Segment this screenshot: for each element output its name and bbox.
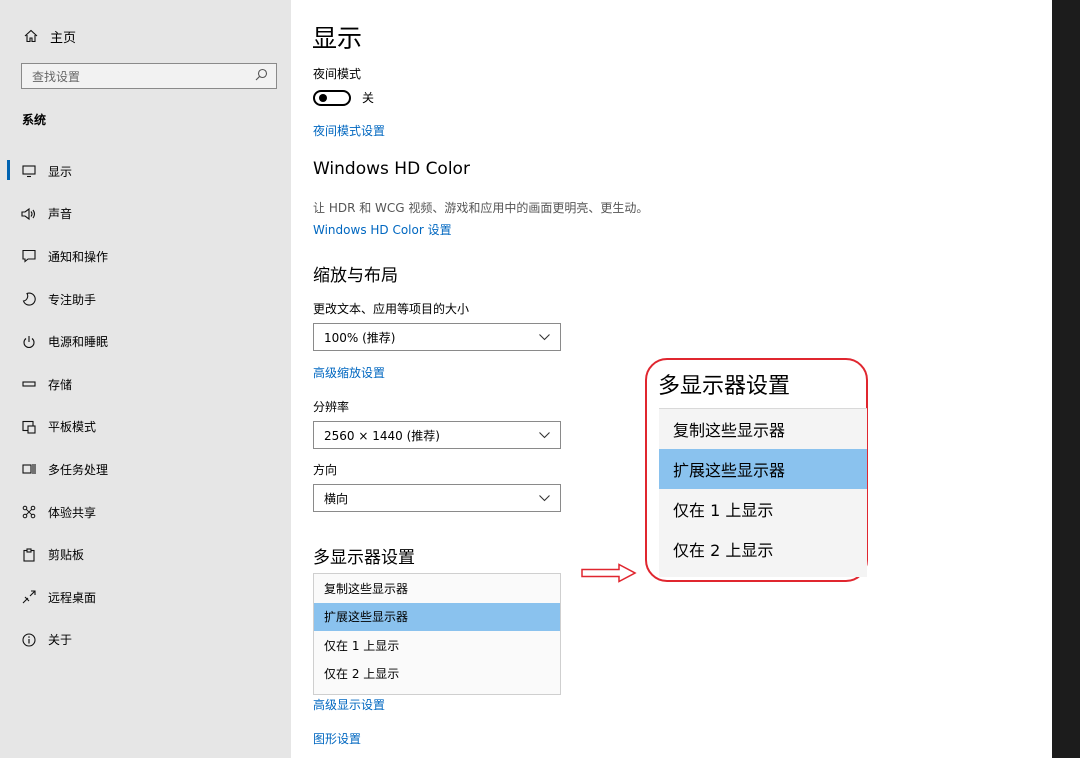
callout-option-show-only-1: 仅在 1 上显示	[673, 501, 774, 520]
arrow-icon	[581, 563, 637, 587]
sidebar-item-label: 关于	[48, 633, 73, 648]
sidebar-nav: 显示 声音 通知和操作 专注助手 电源和睡眠 存储 平板模式 多任务处理 体验共…	[0, 150, 291, 661]
scale-layout-title: 缩放与布局	[313, 266, 398, 286]
scale-value: 100% (推荐)	[324, 330, 396, 345]
sidebar-item-label: 通知和操作	[48, 249, 109, 264]
page-title: 显示	[312, 24, 363, 53]
home-label: 主页	[50, 30, 77, 46]
window-edge	[1052, 0, 1080, 758]
callout-option-duplicate: 复制这些显示器	[673, 421, 786, 440]
sidebar-item-display[interactable]: 显示	[0, 150, 291, 193]
night-light-label: 夜间模式	[313, 67, 362, 81]
hd-color-settings-link[interactable]: Windows HD Color 设置	[313, 221, 452, 238]
graphics-settings-link[interactable]: 图形设置	[313, 730, 361, 747]
search-placeholder: 查找设置	[32, 69, 81, 84]
sidebar-item-label: 存储	[48, 377, 73, 392]
sidebar-item-about[interactable]: 关于	[0, 619, 291, 662]
orientation-dropdown[interactable]: 横向	[313, 484, 561, 512]
notification-icon	[20, 247, 38, 265]
resolution-dropdown[interactable]: 2560 × 1440 (推荐)	[313, 421, 561, 449]
search-input[interactable]: 查找设置	[21, 63, 277, 89]
sidebar: 主页 查找设置 系统 显示 声音 通知和操作 专注助手 电源和睡眠 存储 平板模…	[0, 0, 291, 758]
multiple-displays-title: 多显示器设置	[313, 548, 415, 568]
sidebar-item-label: 体验共享	[48, 505, 97, 520]
sidebar-item-label: 声音	[48, 207, 73, 222]
scale-dropdown[interactable]: 100% (推荐)	[313, 323, 561, 351]
home-link[interactable]: 主页	[22, 26, 76, 46]
sidebar-item-label: 剪贴板	[48, 548, 85, 563]
clipboard-icon	[20, 546, 38, 564]
sidebar-item-label: 远程桌面	[48, 590, 97, 605]
chevron-down-icon	[539, 330, 550, 344]
advanced-display-link[interactable]: 高级显示设置	[313, 696, 385, 713]
night-light-state: 关	[362, 91, 375, 105]
orientation-value: 横向	[324, 491, 349, 506]
chevron-down-icon	[539, 491, 550, 505]
night-light-settings-link[interactable]: 夜间模式设置	[313, 122, 385, 139]
option-extend[interactable]: 扩展这些显示器	[314, 602, 560, 631]
sidebar-item-label: 多任务处理	[48, 462, 109, 477]
sidebar-item-multitasking[interactable]: 多任务处理	[0, 448, 291, 491]
home-icon	[22, 27, 40, 45]
sidebar-item-sound[interactable]: 声音	[0, 193, 291, 236]
tablet-icon	[20, 418, 38, 436]
option-show-only-1[interactable]: 仅在 1 上显示	[314, 631, 560, 660]
remote-icon	[20, 588, 38, 606]
callout-options-list: 复制这些显示器 扩展这些显示器 仅在 1 上显示 仅在 2 上显示	[659, 408, 867, 577]
speaker-icon	[20, 205, 38, 223]
moon-icon	[20, 290, 38, 308]
monitor-icon	[20, 162, 38, 180]
night-light-toggle[interactable]	[313, 89, 351, 106]
sidebar-item-power[interactable]: 电源和睡眠	[0, 320, 291, 363]
power-icon	[20, 333, 38, 351]
multiple-displays-list: 复制这些显示器 扩展这些显示器 仅在 1 上显示 仅在 2 上显示	[313, 573, 561, 695]
sidebar-item-shared-experiences[interactable]: 体验共享	[0, 491, 291, 534]
chevron-down-icon	[539, 428, 550, 442]
sidebar-item-clipboard[interactable]: 剪贴板	[0, 533, 291, 576]
callout-title: 多显示器设置	[658, 374, 791, 399]
search-icon	[255, 68, 268, 84]
sidebar-item-label: 平板模式	[48, 420, 97, 435]
sidebar-item-focus-assist[interactable]: 专注助手	[0, 278, 291, 321]
orientation-label: 方向	[313, 463, 338, 477]
option-duplicate[interactable]: 复制这些显示器	[314, 574, 560, 603]
section-title: 系统	[22, 113, 47, 127]
zoom-callout: 多显示器设置 复制这些显示器 扩展这些显示器 仅在 1 上显示 仅在 2 上显示	[645, 358, 868, 582]
info-icon	[20, 631, 38, 649]
sidebar-item-label: 电源和睡眠	[48, 335, 109, 350]
resolution-value: 2560 × 1440 (推荐)	[324, 428, 440, 443]
sidebar-item-notifications[interactable]: 通知和操作	[0, 235, 291, 278]
callout-option-show-only-2: 仅在 2 上显示	[673, 541, 774, 560]
share-icon	[20, 503, 38, 521]
callout-option-extend: 扩展这些显示器	[659, 449, 867, 489]
option-show-only-2[interactable]: 仅在 2 上显示	[314, 660, 560, 689]
hd-color-title: Windows HD Color	[313, 159, 470, 179]
multitask-icon	[20, 460, 38, 478]
sidebar-item-remote-desktop[interactable]: 远程桌面	[0, 576, 291, 619]
text-size-label: 更改文本、应用等项目的大小	[313, 302, 470, 316]
toggle-knob	[319, 93, 327, 102]
resolution-label: 分辨率	[313, 400, 350, 414]
sidebar-item-label: 显示	[48, 164, 73, 179]
sidebar-item-label: 专注助手	[48, 292, 97, 307]
night-light-toggle-row: 关	[313, 89, 374, 106]
sidebar-item-tablet-mode[interactable]: 平板模式	[0, 406, 291, 449]
sidebar-item-storage[interactable]: 存储	[0, 363, 291, 406]
hd-color-description: 让 HDR 和 WCG 视频、游戏和应用中的画面更明亮、更生动。	[313, 201, 649, 215]
storage-icon	[20, 375, 38, 393]
advanced-scaling-link[interactable]: 高级缩放设置	[313, 364, 385, 381]
